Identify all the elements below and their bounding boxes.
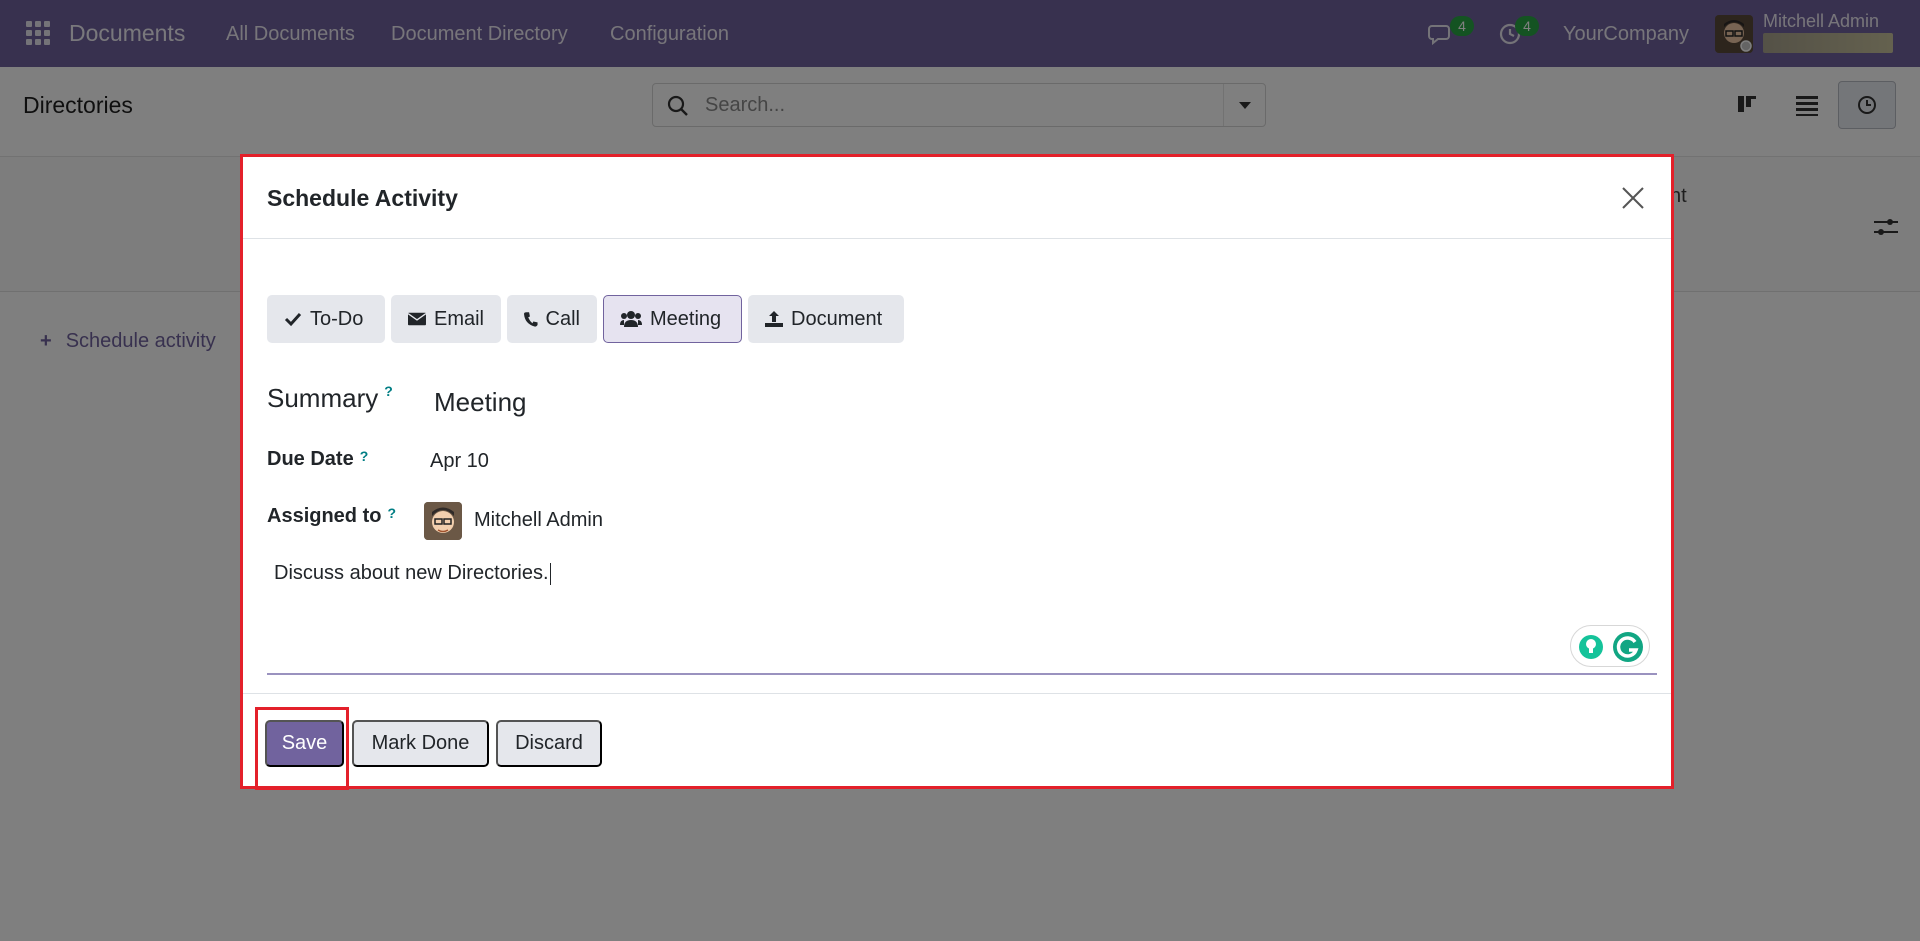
due-date-field[interactable]: Apr 10: [430, 450, 489, 473]
dialog-footer-divider: [243, 693, 1671, 694]
dialog-header: Schedule Activity: [243, 157, 1671, 239]
summary-label: Summary?: [267, 383, 393, 413]
dialog-title: Schedule Activity: [267, 185, 458, 211]
assigned-to-label: Assigned to?: [267, 505, 397, 527]
phone-icon: [524, 312, 538, 327]
upload-icon: [765, 311, 783, 327]
check-icon: [284, 312, 302, 327]
assignee-avatar: [424, 502, 462, 540]
mark-done-button[interactable]: Mark Done: [352, 720, 489, 767]
activity-type-document[interactable]: Document: [748, 295, 904, 343]
users-icon: [620, 311, 642, 327]
note-underline: [267, 673, 1657, 675]
summary-help-icon[interactable]: ?: [384, 383, 393, 399]
summary-field[interactable]: Meeting: [434, 387, 527, 418]
grammarly-widget[interactable]: [1570, 625, 1650, 667]
due-date-help-icon[interactable]: ?: [360, 448, 369, 464]
assigned-to-field[interactable]: Mitchell Admin: [474, 509, 603, 532]
save-highlight-box: [255, 707, 349, 790]
assigned-to-help-icon[interactable]: ?: [387, 505, 396, 521]
due-date-label: Due Date?: [267, 448, 369, 470]
activity-type-call[interactable]: Call: [507, 295, 597, 343]
discard-button[interactable]: Discard: [496, 720, 602, 767]
envelope-icon: [408, 312, 426, 326]
note-editor[interactable]: Discuss about new Directories.: [274, 562, 551, 585]
close-icon[interactable]: [1619, 184, 1647, 212]
activity-type-todo[interactable]: To-Do: [267, 295, 385, 343]
text-cursor: [549, 562, 551, 585]
schedule-activity-dialog: Schedule Activity To-Do Email Call Meeti…: [240, 154, 1674, 790]
activity-type-meeting[interactable]: Meeting: [603, 295, 742, 343]
activity-type-email[interactable]: Email: [391, 295, 501, 343]
